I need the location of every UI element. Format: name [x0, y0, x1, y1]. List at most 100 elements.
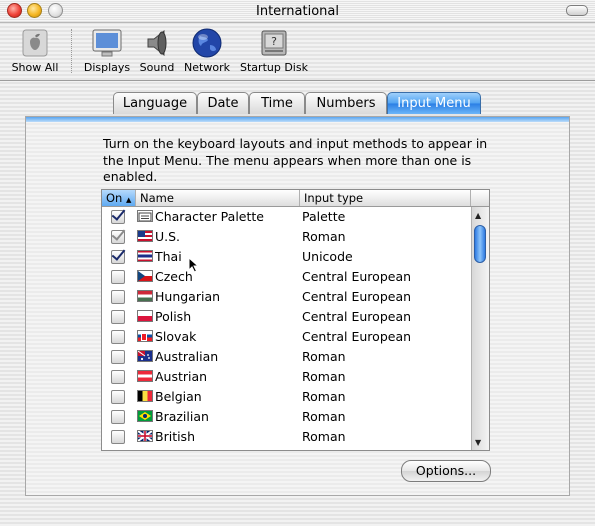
- toolbar: Show All Displays Sound Network ? Startu…: [0, 23, 595, 79]
- row-input-type: Roman: [302, 229, 346, 244]
- row-input-type: Roman: [302, 429, 346, 444]
- row-input-type: Roman: [302, 389, 346, 404]
- character-palette-icon: [137, 210, 153, 222]
- toolbar-network-label: Network: [184, 61, 230, 74]
- table-row[interactable]: U.S. Roman: [102, 227, 471, 247]
- tab-time[interactable]: Time: [249, 92, 305, 114]
- scroll-down-arrow-icon[interactable]: ▼: [475, 438, 481, 447]
- enable-checkbox[interactable]: [111, 430, 125, 444]
- window-title: International: [256, 4, 339, 19]
- row-name: Brazilian: [155, 409, 209, 424]
- row-name: Hungarian: [155, 289, 221, 304]
- table-row[interactable]: British Roman: [102, 427, 471, 447]
- brazilian-flag-icon: [137, 410, 153, 422]
- austrian-flag-icon: [137, 370, 153, 382]
- tab-language[interactable]: Language: [113, 92, 197, 114]
- polish-flag-icon: [137, 310, 153, 322]
- row-name: Polish: [155, 309, 192, 324]
- row-input-type: Central European: [302, 269, 412, 284]
- column-header-name[interactable]: Name: [136, 190, 300, 206]
- table-row[interactable]: Hungarian Central European: [102, 287, 471, 307]
- enable-checkbox[interactable]: [111, 390, 125, 404]
- row-name: Austrian: [155, 369, 208, 384]
- row-input-type: Central European: [302, 309, 412, 324]
- row-name: U.S.: [155, 229, 181, 244]
- row-name: British: [155, 429, 195, 444]
- toolbar-startup-disk[interactable]: ? Startup Disk: [238, 27, 310, 74]
- belgian-flag-icon: [137, 390, 153, 402]
- czech-flag-icon: [137, 270, 153, 282]
- row-name: Thai: [155, 249, 182, 264]
- toolbar-sound[interactable]: Sound: [136, 27, 178, 74]
- tab-input-menu[interactable]: Input Menu: [387, 92, 481, 114]
- slovak-flag-icon: [137, 330, 153, 342]
- enable-checkbox[interactable]: [111, 370, 125, 384]
- toolbar-network[interactable]: Network: [182, 27, 232, 74]
- enable-checkbox[interactable]: [111, 350, 125, 364]
- table-header: On ▲ Name Input type: [102, 190, 489, 207]
- row-input-type: Central European: [302, 329, 412, 344]
- enable-checkbox[interactable]: [111, 230, 125, 244]
- toolbar-displays[interactable]: Displays: [82, 27, 132, 74]
- toolbar-displays-label: Displays: [83, 61, 131, 74]
- row-name: Australian: [155, 349, 219, 364]
- row-name: Belgian: [155, 389, 202, 404]
- enable-checkbox[interactable]: [111, 210, 125, 224]
- column-header-on[interactable]: On ▲: [102, 190, 136, 206]
- input-methods-table: On ▲ Name Input type Character Palette P…: [101, 189, 490, 451]
- scroll-up-arrow-icon[interactable]: ▲: [475, 211, 481, 220]
- table-row[interactable]: Polish Central European: [102, 307, 471, 327]
- speaker-icon: [140, 27, 174, 59]
- toolbar-show-all-label: Show All: [11, 61, 59, 74]
- toolbar-divider: [0, 80, 595, 81]
- toolbar-startup-disk-label: Startup Disk: [240, 61, 308, 74]
- table-row[interactable]: Slovak Central European: [102, 327, 471, 347]
- globe-icon: [190, 27, 224, 59]
- toolbar-toggle-button[interactable]: [566, 5, 588, 16]
- table-row[interactable]: Thai Unicode: [102, 247, 471, 267]
- table-row[interactable]: Czech Central European: [102, 267, 471, 287]
- display-monitor-icon: [90, 27, 124, 59]
- title-bar: International: [0, 0, 595, 23]
- row-input-type: Roman: [302, 349, 346, 364]
- row-name: Slovak: [155, 329, 197, 344]
- input-menu-panel: Turn on the keyboard layouts and input m…: [25, 116, 570, 496]
- enable-checkbox[interactable]: [111, 310, 125, 324]
- toolbar-separator: [71, 29, 72, 73]
- scroll-thumb[interactable]: [474, 225, 486, 263]
- table-row[interactable]: Belgian Roman: [102, 387, 471, 407]
- table-scrollbar[interactable]: ▲ ▼: [471, 207, 489, 450]
- toolbar-sound-label: Sound: [139, 61, 175, 74]
- options-button[interactable]: Options...: [401, 460, 491, 482]
- enable-checkbox[interactable]: [111, 290, 125, 304]
- thai-flag-icon: [137, 250, 153, 262]
- row-input-type: Central European: [302, 289, 412, 304]
- row-input-type: Roman: [302, 369, 346, 384]
- sort-ascending-icon: ▲: [126, 196, 132, 204]
- table-row[interactable]: Brazilian Roman: [102, 407, 471, 427]
- panel-accent-line: [26, 117, 569, 122]
- row-input-type: Unicode: [302, 249, 353, 264]
- row-input-type: Palette: [302, 209, 346, 224]
- table-row[interactable]: Character Palette Palette: [102, 207, 471, 227]
- row-input-type: Roman: [302, 409, 346, 424]
- tab-numbers[interactable]: Numbers: [305, 92, 387, 114]
- enable-checkbox[interactable]: [111, 250, 125, 264]
- mouse-pointer-icon: [188, 256, 200, 276]
- enable-checkbox[interactable]: [111, 410, 125, 424]
- column-header-on-label: On: [106, 191, 123, 205]
- table-row[interactable]: Austrian Roman: [102, 367, 471, 387]
- hard-disk-icon: ?: [257, 27, 291, 59]
- hungarian-flag-icon: [137, 290, 153, 302]
- svg-text:?: ?: [271, 35, 277, 48]
- tab-date[interactable]: Date: [197, 92, 249, 114]
- row-name: Character Palette: [155, 209, 264, 224]
- enable-checkbox[interactable]: [111, 270, 125, 284]
- british-flag-icon: [137, 430, 153, 442]
- apple-logo-icon: [18, 27, 52, 59]
- column-header-input-type[interactable]: Input type: [300, 190, 471, 206]
- toolbar-show-all[interactable]: Show All: [8, 27, 62, 74]
- table-row[interactable]: Australian Roman: [102, 347, 471, 367]
- enable-checkbox[interactable]: [111, 330, 125, 344]
- australian-flag-icon: [137, 350, 153, 362]
